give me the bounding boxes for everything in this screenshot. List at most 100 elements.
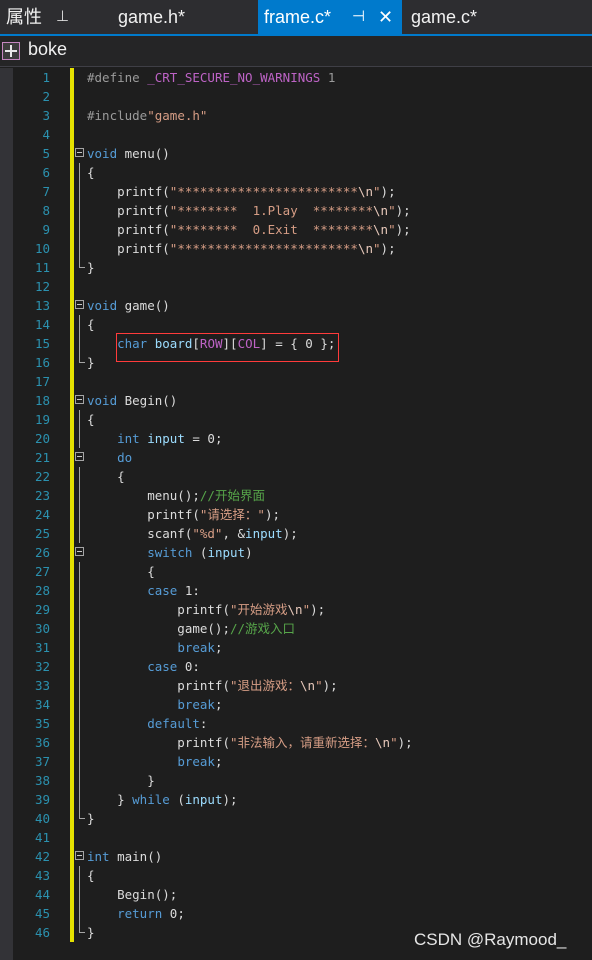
line-number: 20 [34, 431, 50, 446]
code-line[interactable]: 10 printf("************************\n"); [0, 239, 592, 258]
change-indicator [70, 619, 74, 638]
code-line[interactable]: 16} [0, 353, 592, 372]
code-line[interactable]: 13 void game() [0, 296, 592, 315]
pin-icon[interactable]: ⊣ [352, 0, 365, 34]
change-indicator [70, 182, 74, 201]
code-line[interactable]: 4 [0, 125, 592, 144]
project-name[interactable]: boke [28, 39, 67, 60]
pin-icon[interactable]: ⊥ [56, 0, 69, 34]
code-line[interactable]: 26 switch (input) [0, 543, 592, 562]
change-indicator [70, 372, 74, 391]
code-line[interactable]: 39 } while (input); [0, 790, 592, 809]
outline-guide [79, 619, 80, 638]
change-indicator [70, 695, 74, 714]
collapse-icon[interactable] [75, 851, 84, 860]
code-line[interactable]: 1 #define _CRT_SECURE_NO_WARNINGS 1 [0, 68, 592, 87]
code-line[interactable]: 41 [0, 828, 592, 847]
code-line[interactable]: 34 break; [0, 695, 592, 714]
code-text: void game() [87, 298, 170, 313]
code-line[interactable]: 9 printf("******** 0.Exit ********\n"); [0, 220, 592, 239]
code-line[interactable]: 38 } [0, 771, 592, 790]
change-indicator [70, 220, 74, 239]
code-line[interactable]: 35 default: [0, 714, 592, 733]
change-indicator [70, 847, 74, 866]
code-text: } [87, 773, 155, 788]
code-text: default: [147, 716, 208, 731]
change-indicator [70, 581, 74, 600]
line-number: 46 [34, 925, 50, 940]
tab-label: frame.c* [264, 7, 332, 27]
line-number: 21 [34, 450, 50, 465]
code-line[interactable]: 6{ [0, 163, 592, 182]
code-line[interactable]: 25 scanf("%d", &input); [0, 524, 592, 543]
code-line[interactable]: 21 do [0, 448, 592, 467]
code-text: printf("请选择："); [87, 507, 281, 522]
outline-guide [79, 486, 80, 505]
change-indicator [70, 638, 74, 657]
code-line[interactable]: 22 { [0, 467, 592, 486]
code-text: break; [177, 697, 223, 712]
code-text: { [87, 469, 125, 484]
code-line[interactable]: 7 printf("************************\n"); [0, 182, 592, 201]
outline-guide [79, 505, 80, 524]
code-line[interactable]: 42 int main() [0, 847, 592, 866]
code-line[interactable]: 5 void menu() [0, 144, 592, 163]
code-line[interactable]: 14 { [0, 315, 592, 334]
collapse-icon[interactable] [75, 547, 84, 556]
code-text: return 0; [117, 906, 185, 921]
code-line[interactable]: 43 { [0, 866, 592, 885]
code-line[interactable]: 24 printf("请选择："); [0, 505, 592, 524]
code-line[interactable]: 17 [0, 372, 592, 391]
outline-guide [79, 258, 85, 268]
code-line[interactable]: 3 #include"game.h" [0, 106, 592, 125]
change-indicator [70, 885, 74, 904]
change-indicator [70, 163, 74, 182]
collapse-icon[interactable] [75, 148, 84, 157]
change-indicator [70, 600, 74, 619]
change-indicator [70, 543, 74, 562]
code-line[interactable]: 36 printf("非法输入，请重新选择：\n"); [0, 733, 592, 752]
line-number: 45 [34, 906, 50, 921]
code-line[interactable]: 8 printf("******** 1.Play ********\n"); [0, 201, 592, 220]
outline-guide [79, 163, 80, 182]
collapse-icon[interactable] [75, 452, 84, 461]
line-number: 30 [34, 621, 50, 636]
change-indicator [70, 486, 74, 505]
code-line[interactable]: 11} [0, 258, 592, 277]
line-number: 41 [34, 830, 50, 845]
change-indicator [70, 87, 74, 106]
code-line[interactable]: 44 Begin(); [0, 885, 592, 904]
line-number: 38 [34, 773, 50, 788]
code-line[interactable]: 23 menu();//开始界面 [0, 486, 592, 505]
code-line[interactable]: 29 printf("开始游戏\n"); [0, 600, 592, 619]
code-line[interactable]: 32 case 0: [0, 657, 592, 676]
code-line[interactable]: 40} [0, 809, 592, 828]
collapse-icon[interactable] [75, 395, 84, 404]
code-line[interactable]: 20 int input = 0; [0, 429, 592, 448]
line-number: 1 [42, 70, 50, 85]
tab-frame-c[interactable]: frame.c* ⊣ ✕ [258, 0, 402, 34]
code-line[interactable]: 28 case 1: [0, 581, 592, 600]
code-line[interactable]: 15 char board[ROW][COL] = { 0 }; [0, 334, 592, 353]
code-editor[interactable]: 1 #define _CRT_SECURE_NO_WARNINGS 1 2 3 #inc… [0, 68, 592, 960]
code-line[interactable]: 33 printf("退出游戏：\n"); [0, 676, 592, 695]
tab-game-h[interactable]: game.h* [118, 0, 185, 34]
outline-guide [79, 923, 85, 933]
change-indicator [70, 524, 74, 543]
code-line[interactable]: 19 { [0, 410, 592, 429]
close-icon[interactable]: ✕ [378, 0, 393, 34]
outline-guide [79, 695, 80, 714]
code-line[interactable]: 45 return 0; [0, 904, 592, 923]
code-line[interactable]: 2 [0, 87, 592, 106]
tab-game-c[interactable]: game.c* [411, 0, 477, 34]
collapse-icon[interactable] [75, 300, 84, 309]
code-line[interactable]: 37 break; [0, 752, 592, 771]
code-text: do [117, 450, 133, 465]
tab-properties[interactable]: 属性 ⊥ [0, 0, 104, 34]
line-number: 36 [34, 735, 50, 750]
code-line[interactable]: 27 { [0, 562, 592, 581]
code-line[interactable]: 30 game();//游戏入口 [0, 619, 592, 638]
code-line[interactable]: 31 break; [0, 638, 592, 657]
code-line[interactable]: 12 [0, 277, 592, 296]
code-line[interactable]: 18 void Begin() [0, 391, 592, 410]
